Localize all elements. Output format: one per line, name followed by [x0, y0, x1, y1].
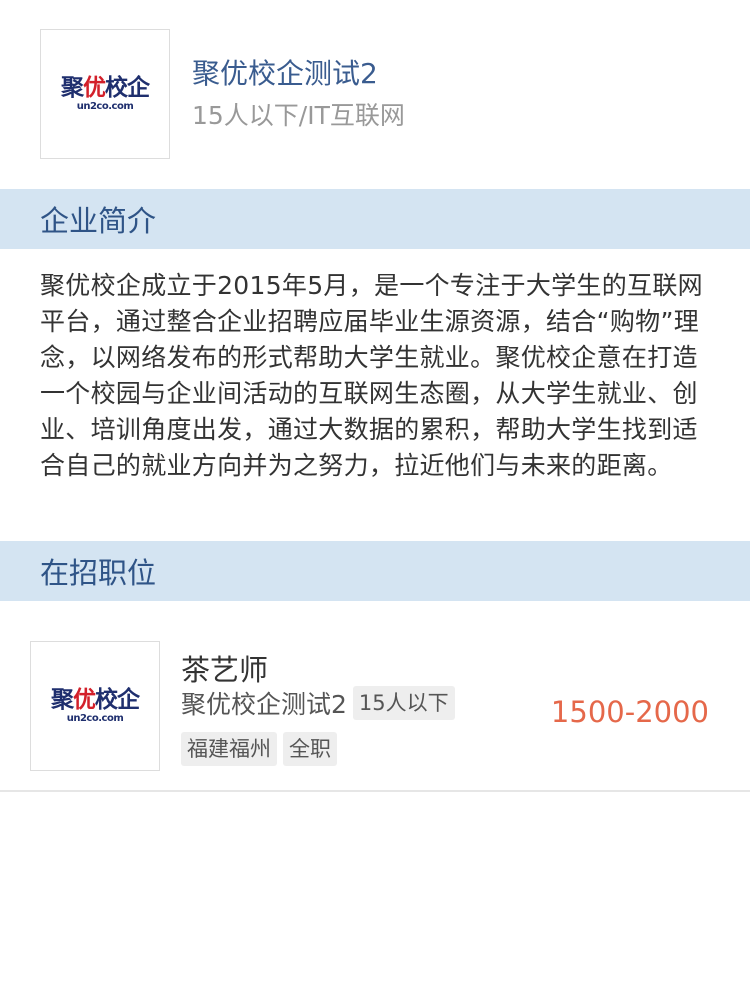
company-logo: 聚优校企 un2co.com [40, 29, 170, 159]
company-meta: 15人以下/IT互联网 [192, 101, 405, 130]
job-list-item[interactable]: 聚优校企 un2co.com 茶艺师 聚优校企测试2 15人以下 福建福州 全职… [0, 601, 750, 792]
section-header-jobs: 在招职位 [0, 541, 750, 601]
company-detail-page: 聚优校企 un2co.com 聚优校企测试2 15人以下/IT互联网 企业简介 … [0, 0, 750, 994]
section-title-intro: 企业简介 [40, 204, 157, 238]
logo-domain: un2co.com [76, 100, 134, 112]
section-title-jobs: 在招职位 [40, 556, 157, 590]
company-size-tag: 15人以下 [352, 686, 455, 720]
job-title: 茶艺师 [181, 653, 269, 687]
job-company-logo: 聚优校企 un2co.com [30, 641, 160, 771]
job-company-row: 聚优校企测试2 15人以下 [181, 685, 455, 721]
company-header: 聚优校企 un2co.com 聚优校企测试2 15人以下/IT互联网 [0, 0, 750, 188]
job-type-tag: 全职 [283, 732, 337, 766]
job-salary: 1500-2000 [550, 695, 709, 729]
location-tag: 福建福州 [181, 732, 277, 766]
company-name: 聚优校企测试2 [192, 57, 378, 90]
logo-domain: un2co.com [66, 712, 124, 724]
job-tags-row: 福建福州 全职 [181, 732, 337, 766]
logo-wordmark: 聚优校企 [51, 686, 140, 713]
job-company-name: 聚优校企测试2 [181, 690, 347, 719]
logo-wordmark: 聚优校企 [61, 74, 150, 101]
company-intro-text: 聚优校企成立于2015年5月，是一个专注于大学生的互联网平台，通过整合企业招聘应… [40, 271, 703, 480]
section-header-intro: 企业简介 [0, 189, 750, 249]
